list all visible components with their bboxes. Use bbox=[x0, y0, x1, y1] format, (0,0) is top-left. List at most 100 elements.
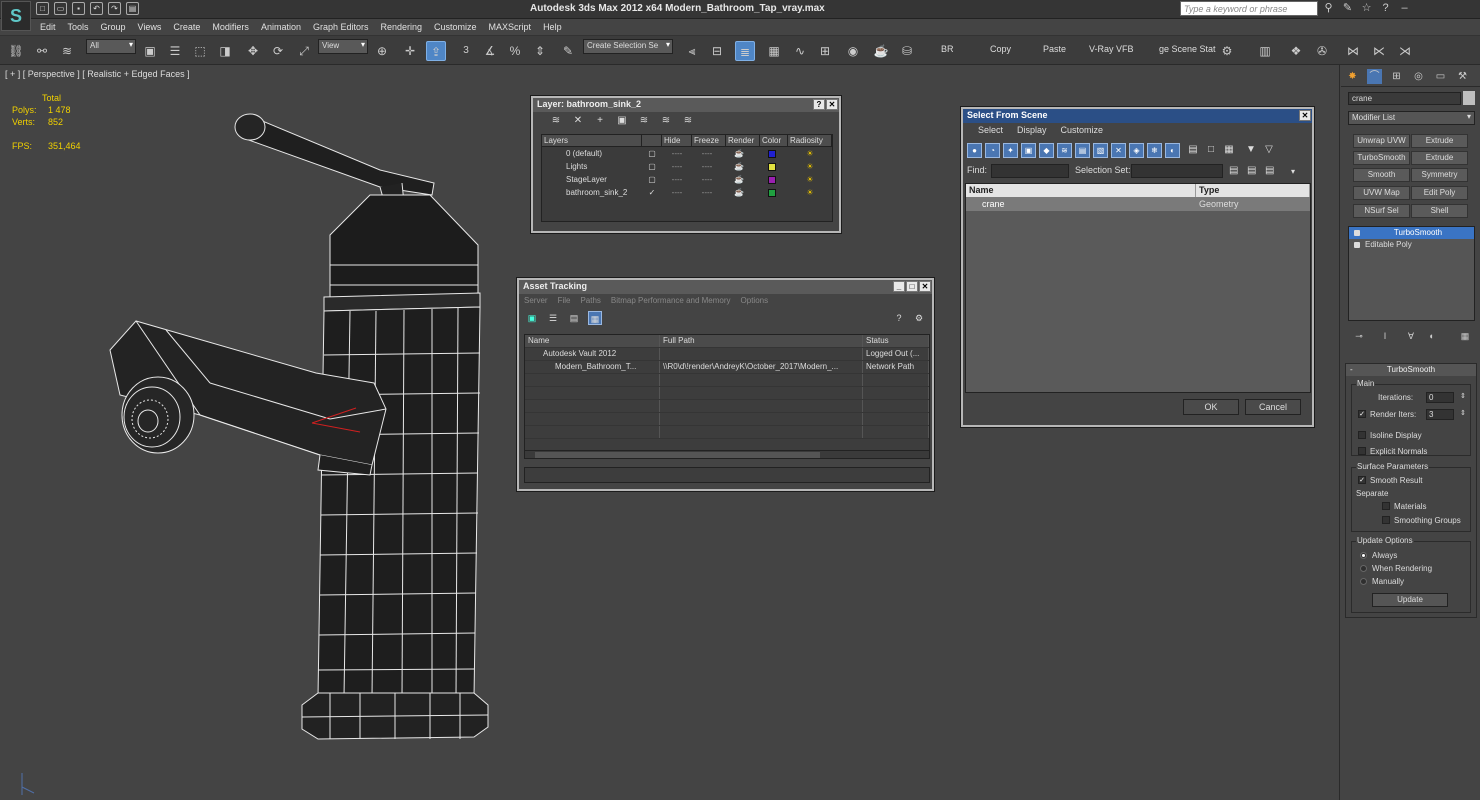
highlight-layer-icon[interactable]: ≋ bbox=[637, 115, 651, 127]
freeze-toggle[interactable]: ---- bbox=[692, 149, 722, 158]
schematic-view-icon[interactable]: ⊞ bbox=[815, 41, 835, 61]
menu-views[interactable]: Views bbox=[132, 19, 168, 35]
create-layer-icon[interactable]: ≋ bbox=[549, 115, 563, 127]
containers-filter-icon[interactable]: ◈ bbox=[1129, 143, 1144, 158]
freeze-toggle[interactable]: ---- bbox=[692, 188, 722, 197]
help-icon[interactable]: ? bbox=[1379, 2, 1392, 15]
selection-filter-dropdown[interactable]: All bbox=[86, 39, 136, 54]
render-frame-icon[interactable]: ⛁ bbox=[897, 41, 917, 61]
menu-customize[interactable]: Customize bbox=[1054, 125, 1111, 137]
layer-row[interactable]: StageLayer ▢ ---- ---- ☕ ☀ bbox=[542, 173, 832, 186]
hierarchy-tab-icon[interactable]: ⊞ bbox=[1389, 69, 1404, 84]
shell-button[interactable]: Shell bbox=[1411, 204, 1468, 218]
render-teapot-icon[interactable]: ☕ bbox=[722, 162, 756, 171]
link-icon[interactable]: ⛓ bbox=[6, 41, 26, 61]
ok-button[interactable]: OK bbox=[1183, 399, 1239, 415]
spinner-arrows-icon[interactable]: ⇕ bbox=[1460, 392, 1466, 400]
geometry-filter-icon[interactable]: ● bbox=[967, 143, 982, 158]
rollout-title[interactable]: TurboSmooth bbox=[1387, 365, 1435, 374]
make-unique-icon[interactable]: ∀ bbox=[1404, 330, 1418, 343]
thumbnail-view-icon[interactable]: ▤ bbox=[567, 311, 581, 325]
extrude-button-2[interactable]: Extrude bbox=[1411, 151, 1468, 165]
spacewarps-filter-icon[interactable]: ≋ bbox=[1057, 143, 1072, 158]
current-layer-checkbox[interactable]: ▢ bbox=[642, 175, 662, 184]
render-teapot-icon[interactable]: ☕ bbox=[722, 188, 756, 197]
help-icon[interactable]: ? bbox=[892, 311, 906, 325]
explicit-normals-checkbox[interactable] bbox=[1358, 447, 1366, 455]
binoculars-icon[interactable]: ⚲ bbox=[1322, 2, 1335, 15]
layer-row[interactable]: 0 (default) ▢ ---- ---- ☕ ☀ bbox=[542, 147, 832, 160]
list-item[interactable]: crane Geometry bbox=[966, 197, 1310, 211]
mirror-icon[interactable]: ⫷ bbox=[682, 41, 702, 61]
freeze-toggle[interactable]: ---- bbox=[692, 175, 722, 184]
motion-tab-icon[interactable]: ◎ bbox=[1411, 69, 1426, 84]
hide-toggle[interactable]: ---- bbox=[662, 188, 692, 197]
layer-manager-icon[interactable]: ≣ bbox=[735, 41, 755, 61]
filter-icon[interactable]: ▼ bbox=[1245, 143, 1257, 157]
vray-toolbar-icon[interactable]: ⚙ bbox=[1217, 41, 1237, 61]
stack-item-turbosmooth[interactable]: TurboSmooth bbox=[1349, 227, 1474, 239]
render-setup-icon[interactable]: ☕ bbox=[871, 41, 891, 61]
minimize-icon[interactable]: _ bbox=[893, 281, 905, 292]
move-icon[interactable]: ✥ bbox=[243, 41, 263, 61]
maximize-icon[interactable]: □ bbox=[906, 281, 918, 292]
reference-coordinate-dropdown[interactable]: View bbox=[318, 39, 368, 54]
radiosity-icon[interactable]: ☀ bbox=[788, 149, 832, 158]
edit-named-selection-icon[interactable]: ✎ bbox=[558, 41, 578, 61]
remove-set-icon[interactable]: ▤ bbox=[1265, 165, 1274, 176]
new-file-icon[interactable]: □ bbox=[36, 2, 49, 15]
bones-filter-icon[interactable]: ✕ bbox=[1111, 143, 1126, 158]
asset-tracking-dialog[interactable]: Asset Tracking _ □ ✕ Server File Paths B… bbox=[517, 278, 934, 491]
angle-snap-icon[interactable]: ∡ bbox=[480, 41, 500, 61]
hide-toggle[interactable]: ---- bbox=[662, 149, 692, 158]
menu-animation[interactable]: Animation bbox=[255, 19, 307, 35]
utilities-tab-icon[interactable]: ⚒ bbox=[1455, 69, 1470, 84]
named-selection-dropdown[interactable]: Create Selection Se bbox=[583, 39, 673, 54]
update-button[interactable]: Update bbox=[1372, 593, 1448, 607]
undo-icon[interactable]: ↶ bbox=[90, 2, 103, 15]
close-icon[interactable]: ✕ bbox=[919, 281, 931, 292]
show-end-result-icon[interactable]: Ι bbox=[1378, 330, 1392, 343]
symmetry-button[interactable]: Symmetry bbox=[1411, 168, 1468, 182]
rotate-icon[interactable]: ⟳ bbox=[268, 41, 288, 61]
menu-maxscript[interactable]: MAXScript bbox=[483, 19, 538, 35]
display-all-icon[interactable]: ▤ bbox=[1187, 143, 1199, 157]
menu-graph-editors[interactable]: Graph Editors bbox=[307, 19, 375, 35]
object-name-field[interactable]: crane bbox=[1348, 92, 1461, 105]
horizontal-scrollbar[interactable] bbox=[524, 450, 930, 459]
radiosity-icon[interactable]: ☀ bbox=[788, 188, 832, 197]
layer-color-swatch[interactable] bbox=[756, 175, 788, 184]
anim-play-icon[interactable]: ⋉ bbox=[1369, 41, 1389, 61]
percent-snap-icon[interactable]: % bbox=[505, 41, 525, 61]
menu-select[interactable]: Select bbox=[971, 125, 1010, 137]
menu-edit[interactable]: Edit bbox=[34, 19, 62, 35]
hide-toggle[interactable]: ---- bbox=[662, 175, 692, 184]
current-layer-checkbox[interactable]: ▢ bbox=[642, 149, 662, 158]
layer-dialog[interactable]: Layer: bathroom_sink_2 ? ✕ ≋ ✕ + ▣ ≋ ≋ ≋… bbox=[531, 96, 841, 233]
edit-poly-button[interactable]: Edit Poly bbox=[1411, 186, 1468, 200]
settings-icon[interactable]: ⚙ bbox=[912, 311, 926, 325]
column-layers[interactable]: Layers bbox=[542, 135, 642, 146]
menu-display[interactable]: Display bbox=[1010, 125, 1054, 137]
unwrap-uvw-button[interactable]: Unwrap UVW bbox=[1353, 134, 1410, 148]
helpers-filter-icon[interactable]: ◆ bbox=[1039, 143, 1054, 158]
layout-icon[interactable]: ▥ bbox=[1255, 41, 1275, 61]
unlink-icon[interactable]: ⚯ bbox=[32, 41, 52, 61]
uvw-map-button[interactable]: UVW Map bbox=[1353, 186, 1410, 200]
filter-options-icon[interactable]: ▽ bbox=[1263, 143, 1275, 157]
select-by-name-icon[interactable]: ☰ bbox=[165, 41, 185, 61]
create-tab-icon[interactable]: ✸ bbox=[1345, 69, 1360, 84]
column-hide[interactable]: Hide bbox=[662, 135, 692, 146]
select-layer-objects-icon[interactable]: ▣ bbox=[615, 115, 629, 127]
open-file-icon[interactable]: ▭ bbox=[54, 2, 67, 15]
lights-filter-icon[interactable]: ✦ bbox=[1003, 143, 1018, 158]
configure-sets-icon[interactable]: ▦ bbox=[1458, 330, 1472, 343]
delete-layer-icon[interactable]: ✕ bbox=[571, 115, 585, 127]
list-view-icon[interactable]: ☰ bbox=[546, 311, 560, 325]
menu-modifiers[interactable]: Modifiers bbox=[206, 19, 255, 35]
script-icon[interactable]: ✇ bbox=[1312, 41, 1332, 61]
hide-all-layers-icon[interactable]: ≋ bbox=[659, 115, 673, 127]
hide-toggle[interactable]: ---- bbox=[662, 162, 692, 171]
table-view-icon[interactable]: ▦ bbox=[588, 311, 602, 325]
smoothing-groups-checkbox[interactable] bbox=[1382, 516, 1390, 524]
